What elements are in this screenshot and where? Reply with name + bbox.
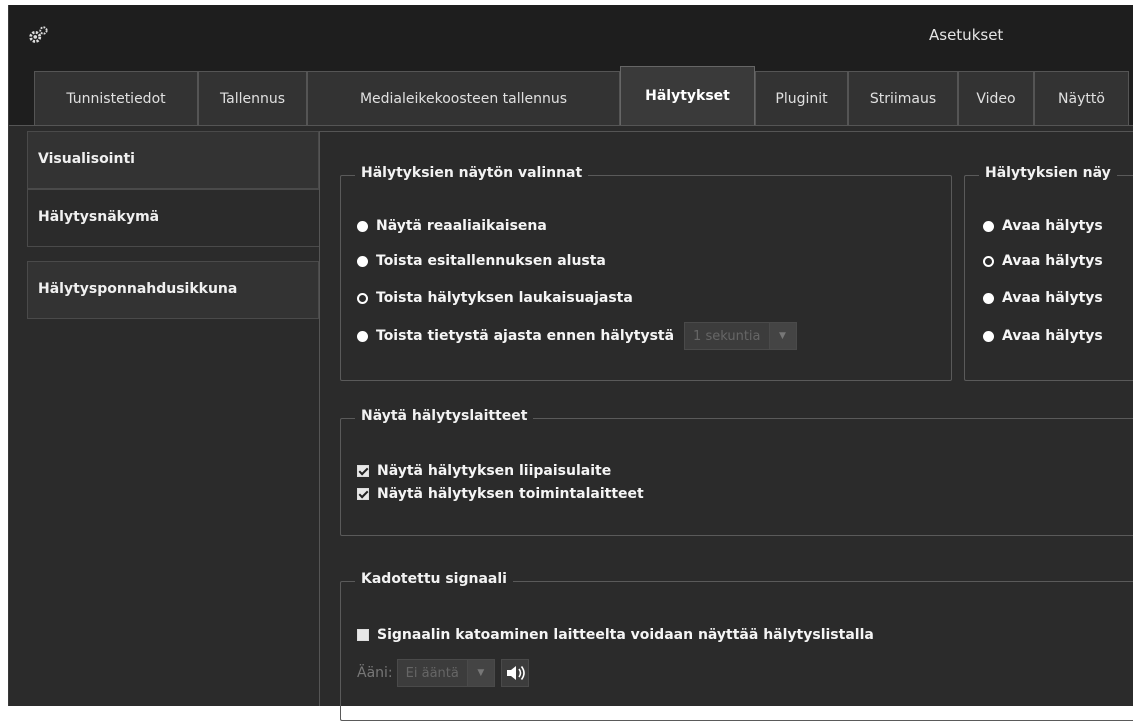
chevron-down-icon[interactable]: ▼ — [768, 323, 796, 349]
radio-button[interactable] — [983, 330, 994, 342]
settings-panel: Hälytyksien näytön valinnat Näytä reaali… — [319, 131, 1133, 721]
tab-halytykset[interactable]: Hälytykset — [620, 66, 755, 125]
option-before-alarm[interactable]: Toista tietystä ajasta ennen hälytystä 1… — [357, 322, 797, 350]
option-from-prerecording[interactable]: Toista esitallennuksen alusta — [357, 251, 606, 271]
show-trigger-device[interactable]: Näytä hälytyksen liipaisulaite — [357, 461, 611, 481]
radio-button-selected[interactable] — [357, 292, 368, 304]
sidebar-item-visualisointi[interactable]: Visualisointi — [27, 131, 319, 189]
tab-medialeikekoosteen-tallennus[interactable]: Medialeikekoosteen tallennus — [307, 71, 620, 125]
radio-button[interactable] — [983, 292, 994, 304]
chevron-down-icon[interactable]: ▼ — [466, 660, 494, 686]
radio-button[interactable] — [357, 220, 368, 232]
option-label: Avaa hälytys — [1002, 328, 1103, 344]
checkbox[interactable] — [357, 629, 369, 641]
window-title: Asetukset — [929, 26, 1004, 44]
lost-signal-legend: Kadotettu signaali — [355, 571, 513, 587]
popup-option-3[interactable]: Avaa hälytys — [983, 288, 1103, 308]
option-label: Avaa hälytys — [1002, 218, 1103, 234]
popup-options-group: Hälytyksien näy Avaa hälytys Avaa hälyty… — [964, 165, 1133, 381]
option-label: Avaa hälytys — [1002, 253, 1103, 269]
lost-signal-group: Kadotettu signaali Signaalin katoaminen … — [340, 571, 1133, 721]
tab-naytto[interactable]: Näyttö — [1034, 71, 1129, 125]
option-label: Toista tietystä ajasta ennen hälytystä — [376, 328, 675, 344]
show-action-devices[interactable]: Näytä hälytyksen toimintalaitteet — [357, 484, 644, 504]
tab-bar: Tunnistetiedot Tallennus Medialeikekoost… — [9, 63, 1133, 125]
before-alarm-select[interactable]: 1 sekuntia ▼ — [684, 322, 797, 350]
gear-icon — [29, 26, 48, 43]
radio-button[interactable] — [983, 220, 994, 232]
sound-row: Ääni: Ei ääntä ▼ — [357, 658, 529, 688]
checkbox-checked[interactable] — [357, 488, 369, 500]
option-label: Näytä reaaliaikaisena — [376, 218, 547, 234]
alarm-devices-group: Näytä hälytyslaitteet Näytä hälytyksen l… — [340, 408, 1133, 536]
popup-option-2[interactable]: Avaa hälytys — [983, 251, 1103, 271]
checkbox-checked[interactable] — [357, 465, 369, 477]
sound-select[interactable]: Ei ääntä ▼ — [396, 659, 495, 687]
settings-window: Asetukset Tunnistetiedot Tallennus Media… — [8, 5, 1133, 721]
radio-button[interactable] — [357, 255, 368, 267]
display-options-legend: Hälytyksien näytön valinnat — [355, 165, 589, 181]
option-label: Toista esitallennuksen alusta — [376, 253, 606, 269]
sidebar: Visualisointi Hälytysnäkymä Hälytysponna… — [27, 131, 319, 706]
popup-option-1[interactable]: Avaa hälytys — [983, 216, 1103, 236]
option-label: Toista hälytyksen laukaisuajasta — [376, 290, 633, 306]
tab-striimaus[interactable]: Striimaus — [848, 71, 958, 125]
tab-tunnistetiedot[interactable]: Tunnistetiedot — [34, 71, 198, 125]
checkbox-label: Signaalin katoaminen laitteelta voidaan … — [377, 627, 874, 643]
title-bar: Asetukset — [9, 5, 1133, 63]
sound-label: Ääni: — [357, 665, 393, 681]
popup-options-legend: Hälytyksien näy — [979, 165, 1117, 181]
alarm-devices-legend: Näytä hälytyslaitteet — [355, 408, 534, 424]
checkbox-label: Näytä hälytyksen toimintalaitteet — [377, 486, 644, 502]
radio-button-selected[interactable] — [983, 255, 994, 267]
sidebar-item-halytysponnahdusikkuna[interactable]: Hälytysponnahdusikkuna — [27, 261, 319, 319]
option-realtime[interactable]: Näytä reaaliaikaisena — [357, 216, 547, 236]
option-from-trigger-time[interactable]: Toista hälytyksen laukaisuajasta — [357, 288, 633, 308]
settings-content: Visualisointi Hälytysnäkymä Hälytysponna… — [9, 125, 1133, 721]
tab-tallennus[interactable]: Tallennus — [198, 71, 307, 125]
display-options-group: Hälytyksien näytön valinnat Näytä reaali… — [340, 165, 952, 381]
popup-option-4[interactable]: Avaa hälytys — [983, 326, 1103, 346]
option-label: Avaa hälytys — [1002, 290, 1103, 306]
tab-video[interactable]: Video — [958, 71, 1034, 125]
select-value: 1 sekuntia — [693, 328, 761, 344]
checkbox-label: Näytä hälytyksen liipaisulaite — [377, 463, 612, 479]
sidebar-item-halytysnakyma[interactable]: Hälytysnäkymä — [27, 189, 319, 247]
select-value: Ei ääntä — [405, 665, 459, 681]
tab-pluginit[interactable]: Pluginit — [755, 71, 848, 125]
show-signal-loss[interactable]: Signaalin katoaminen laitteelta voidaan … — [357, 625, 874, 645]
speaker-icon[interactable] — [500, 659, 529, 687]
radio-button[interactable] — [357, 330, 368, 342]
